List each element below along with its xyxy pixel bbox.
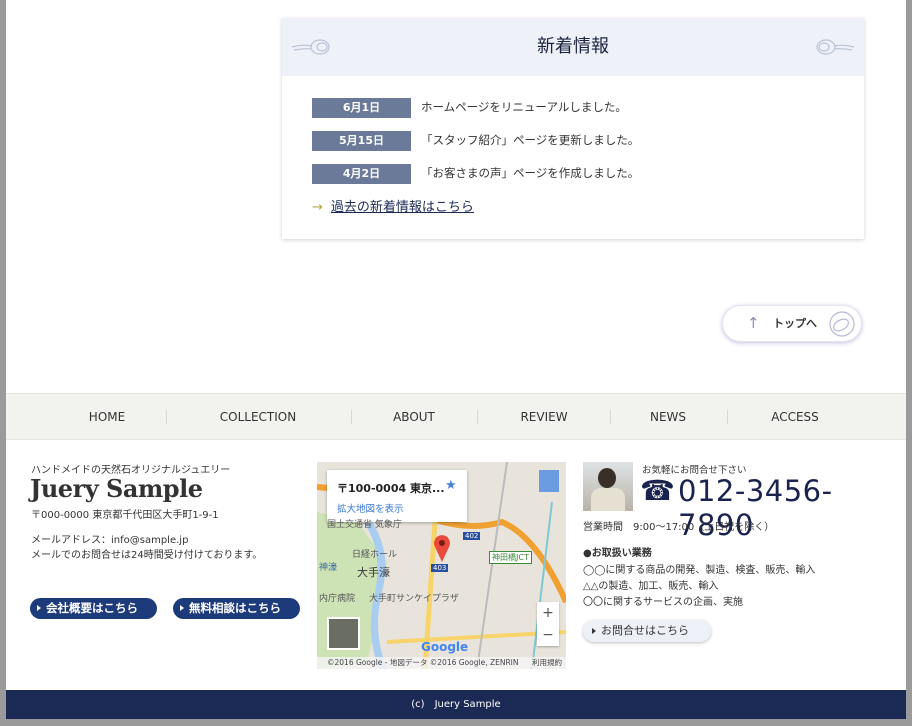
news-header: 新着情報 <box>282 18 864 76</box>
copyright: (c) Juery Sample <box>411 699 501 710</box>
back-to-top-button[interactable]: ↑ トップへ <box>722 305 862 342</box>
past-news-link[interactable]: → 過去の新着情報はこちら <box>312 196 474 215</box>
services-title: ●お取扱い業務 <box>583 548 652 559</box>
nav-divider <box>166 410 167 424</box>
map-zoom-control: + − <box>537 602 559 646</box>
nav-divider <box>610 410 611 424</box>
photo-figure-body <box>591 488 625 511</box>
news-text: 「スタッフ紹介」ページを更新しました。 <box>421 133 640 147</box>
news-panel: 新着情報 6月1日 ホームページをリニューアルしました。 5月15日 「スタッフ紹介… <box>282 18 864 239</box>
news-date: 4月2日 <box>312 164 411 184</box>
staff-photo <box>583 462 633 511</box>
enlarge-map-link[interactable]: 拡大地図を表示 <box>337 501 404 515</box>
footer-nav: HOME COLLECTION ABOUT REVIEW NEWS ACCESS <box>6 393 906 440</box>
google-logo: Google <box>421 640 469 654</box>
company-name: Juery Sample <box>30 474 203 503</box>
back-to-top-label: トップへ <box>773 317 817 330</box>
business-hours: 営業時間 9:00〜17:00（土日祝を除く） <box>583 522 775 533</box>
arrow-right-icon: → <box>312 200 323 215</box>
news-date: 6月1日 <box>312 98 411 118</box>
nav-divider <box>477 410 478 424</box>
swirl-ornament-icon <box>829 311 855 337</box>
news-item: 6月1日 ホームページをリニューアルしました。 <box>312 97 627 118</box>
service-item: △△の製造、加工、販売、輸入 <box>583 581 719 592</box>
nav-access[interactable]: ACCESS <box>771 394 819 440</box>
terms-link[interactable]: 利用規約 <box>532 657 562 669</box>
star-icon[interactable]: ★ <box>445 478 457 493</box>
map-address: 〒100-0004 東京... <box>337 482 445 495</box>
nav-news[interactable]: NEWS <box>650 394 686 440</box>
map-label: 日経ホール <box>352 550 398 560</box>
attribution-text: ©2016 Google - 地図データ ©2016 Google, ZENRI… <box>327 658 519 667</box>
cloud-ornament-icon <box>291 39 330 55</box>
news-title: 新着情報 <box>537 36 609 57</box>
arrow-up-icon: ↑ <box>747 314 760 332</box>
route-shield: 402 <box>463 532 481 540</box>
zoom-in-button[interactable]: + <box>537 602 559 624</box>
map-label: 神濠 <box>319 563 338 573</box>
map-label: 内庁病院 <box>319 594 356 604</box>
map-label: 国土交通省 気象庁 <box>327 520 402 530</box>
service-item: ◯◯に関する商品の開発、製造、検査、販売、輸入 <box>583 565 816 576</box>
page: 新着情報 6月1日 ホームページをリニューアルしました。 5月15日 「スタッフ紹介… <box>6 0 906 719</box>
nav-divider <box>351 410 352 424</box>
zoom-out-button[interactable]: − <box>537 624 559 646</box>
route-shield: 403 <box>431 564 449 572</box>
map-info-card: 〒100-0004 東京... ★ 拡大地図を表示 <box>327 470 467 522</box>
nav-review[interactable]: REVIEW <box>520 394 567 440</box>
nav-collection[interactable]: COLLECTION <box>220 394 296 440</box>
satellite-toggle[interactable] <box>327 617 360 650</box>
service-item: 〇〇に関するサービスの企画、実施 <box>583 597 743 608</box>
nav-about[interactable]: ABOUT <box>393 394 435 440</box>
past-news-link-label[interactable]: 過去の新着情報はこちら <box>331 200 474 215</box>
company-overview-button[interactable]: 会社概要はこちら <box>30 598 157 619</box>
photo-figure <box>598 468 616 488</box>
nav-home[interactable]: HOME <box>89 394 125 440</box>
nav-divider <box>727 410 728 424</box>
map-label: 大手町サンケイプラザ <box>369 594 459 604</box>
company-address: 〒000-0000 東京都千代田区大手町1-9-1 <box>31 510 219 521</box>
map-label: 神田橋JCT <box>489 551 532 564</box>
news-item: 5月15日 「スタッフ紹介」ページを更新しました。 <box>312 130 640 151</box>
cloud-ornament-icon <box>816 39 855 55</box>
news-text: ホームページをリニューアルしました。 <box>421 100 627 114</box>
map-attribution: ©2016 Google - 地図データ ©2016 Google, ZENRI… <box>317 657 566 669</box>
news-item: 4月2日 「お客さまの声」ページを作成しました。 <box>312 163 640 184</box>
map-label: 大手濠 <box>357 566 390 579</box>
street-view-pegman-icon[interactable] <box>539 470 559 492</box>
email-note: メールでのお問合せは24時間受け付けております。 <box>31 550 263 561</box>
company-email: メールアドレス：info@sample.jp <box>31 535 189 546</box>
footer-bar: (c) Juery Sample <box>6 690 906 719</box>
telephone-icon: ☎ <box>640 474 675 507</box>
news-text: 「お客さまの声」ページを作成しました。 <box>421 166 640 180</box>
map-pin-icon[interactable] <box>433 534 451 562</box>
google-map[interactable]: 〒100-0004 東京... ★ 拡大地図を表示 国土交通省 気象庁 日経ホー… <box>317 462 566 669</box>
free-consultation-button[interactable]: 無料相談はこちら <box>173 598 300 619</box>
contact-button[interactable]: お問合せはこちら <box>583 620 711 642</box>
news-date: 5月15日 <box>312 131 411 151</box>
